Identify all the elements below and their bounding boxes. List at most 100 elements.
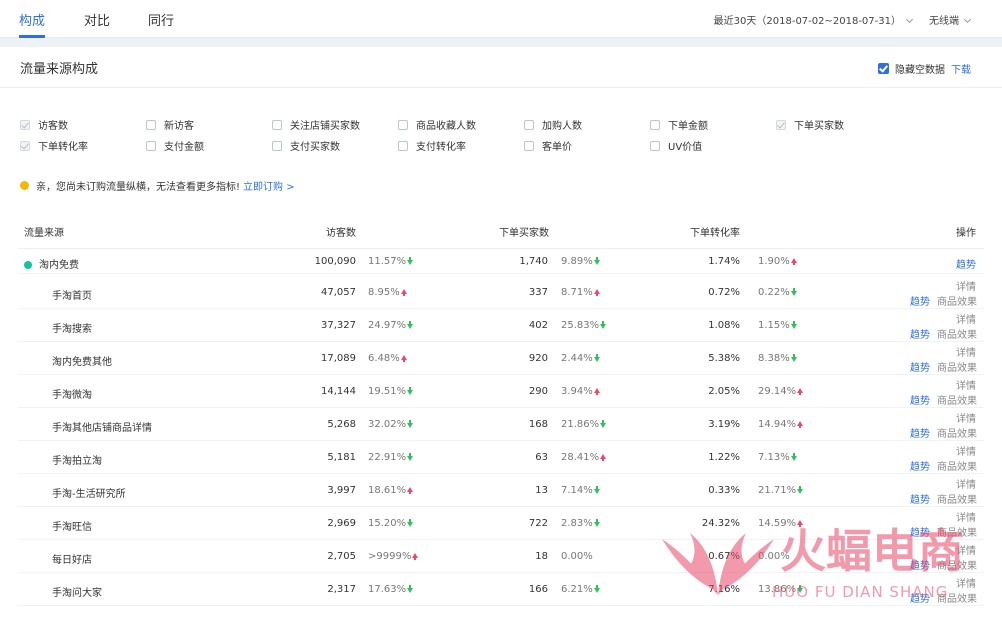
visitors-change-text: 15.20% bbox=[368, 518, 407, 529]
tab-composition[interactable]: 构成 bbox=[19, 10, 45, 29]
goods-effect-link[interactable]: 商品效果 bbox=[937, 359, 977, 374]
table-row: 手淘拍立淘 5,181 22.91% 63 28.41% 1.22% 7.13% 详情 趋势 商品… bbox=[18, 441, 984, 474]
metric-option[interactable]: 访客数 bbox=[20, 117, 68, 132]
arrow-up-icon bbox=[797, 520, 804, 527]
source-name-text: 手淘其他店铺商品详情 bbox=[52, 423, 152, 434]
trend-link[interactable]: 趋势 bbox=[910, 458, 930, 473]
visitors-value-text: 3,997 bbox=[327, 485, 356, 496]
metric-option[interactable]: 新访客 bbox=[146, 117, 194, 132]
metric-option[interactable]: 关注店铺买家数 bbox=[272, 117, 360, 132]
table-row: 手淘-生活研究所 3,997 18.61% 13 7.14% 0.33% 21.71% 详情趋… bbox=[18, 474, 984, 507]
visitors-change-text: 17.63% bbox=[368, 584, 407, 595]
subscribe-link[interactable]: 立即订购 > bbox=[243, 178, 295, 193]
detail-label[interactable]: 详情 bbox=[956, 542, 976, 557]
table-row: 手淘首页 47,057 8.95% 337 8.71% 0.72% 0.22% 详情 趋势 商品效… bbox=[18, 276, 984, 309]
col-visitors[interactable]: 访客数 bbox=[326, 224, 356, 239]
conversion-change: 14.94% bbox=[758, 419, 804, 430]
trend-link[interactable]: 趋势 bbox=[956, 256, 976, 271]
metric-label: 支付买家数 bbox=[290, 142, 340, 153]
detail-label[interactable]: 详情 bbox=[956, 278, 976, 293]
arrow-up-icon bbox=[412, 553, 419, 560]
goods-effect-link[interactable]: 商品效果 bbox=[937, 392, 977, 407]
source-dot-icon bbox=[24, 261, 32, 269]
buyers-value-text: 1,740 bbox=[519, 256, 548, 267]
metric-label: 商品收藏人数 bbox=[416, 121, 476, 132]
trend-link[interactable]: 趋势 bbox=[910, 425, 930, 440]
buyers-change-text: 21.86% bbox=[561, 419, 600, 430]
visitors-value-text: 5,268 bbox=[327, 419, 356, 430]
goods-effect-link[interactable]: 商品效果 bbox=[937, 491, 977, 506]
visitors-value-text: 5,181 bbox=[327, 452, 356, 463]
metric-option[interactable]: 支付金额 bbox=[146, 138, 204, 153]
metric-option[interactable]: 下单转化率 bbox=[20, 138, 88, 153]
source-name-text: 每日好店 bbox=[52, 555, 92, 566]
detail-label[interactable]: 详情 bbox=[956, 311, 976, 326]
detail-label[interactable]: 详情 bbox=[956, 575, 976, 590]
detail-label[interactable]: 详情 bbox=[956, 509, 976, 524]
detail-label[interactable]: 详情 bbox=[956, 410, 976, 425]
detail-label[interactable]: 详情 bbox=[956, 443, 976, 458]
metric-option[interactable]: 下单金额 bbox=[650, 117, 708, 132]
goods-effect-link[interactable]: 商品效果 bbox=[937, 590, 977, 605]
arrow-up-icon bbox=[593, 388, 600, 395]
goods-effect-link[interactable]: 商品效果 bbox=[937, 326, 977, 341]
conversion-value: 0.33% bbox=[660, 485, 740, 496]
metric-option[interactable]: 客单价 bbox=[524, 138, 572, 153]
download-link[interactable]: 下载 bbox=[951, 61, 971, 76]
metric-option[interactable]: 下单买家数 bbox=[776, 117, 844, 132]
metric-label: UV价值 bbox=[668, 142, 703, 153]
detail-label[interactable]: 详情 bbox=[956, 476, 976, 491]
tab-compare[interactable]: 对比 bbox=[84, 10, 110, 29]
trend-link[interactable]: 趋势 bbox=[910, 590, 930, 605]
source-name-text: 手淘微淘 bbox=[52, 390, 92, 401]
buyers-value: 722 bbox=[468, 518, 548, 529]
arrow-down-icon bbox=[407, 453, 414, 461]
trend-link[interactable]: 趋势 bbox=[910, 491, 930, 506]
checkbox-icon bbox=[272, 119, 282, 130]
trend-link[interactable]: 趋势 bbox=[910, 557, 930, 572]
device-selector[interactable]: 无线端 bbox=[929, 12, 972, 27]
metric-option[interactable]: UV价值 bbox=[650, 138, 702, 153]
goods-effect-link[interactable]: 商品效果 bbox=[937, 458, 977, 473]
metric-option[interactable]: 加购人数 bbox=[524, 117, 582, 132]
visitors-value: 2,969 bbox=[276, 518, 356, 529]
detail-label[interactable]: 详情 bbox=[956, 377, 976, 392]
tab-peers[interactable]: 同行 bbox=[148, 10, 174, 29]
goods-effect-link[interactable]: 商品效果 bbox=[937, 524, 977, 539]
goods-effect-link[interactable]: 商品效果 bbox=[937, 557, 977, 572]
arrow-up-icon bbox=[797, 388, 804, 395]
arrow-down-icon bbox=[593, 519, 600, 527]
source-name: 淘内免费其他 bbox=[52, 353, 112, 368]
buyers-change: 21.86% bbox=[561, 419, 607, 430]
visitors-change: 11.57% bbox=[368, 256, 414, 267]
visitors-change: 32.02% bbox=[368, 419, 414, 430]
trend-link[interactable]: 趋势 bbox=[910, 524, 930, 539]
trend-link[interactable]: 趋势 bbox=[910, 326, 930, 341]
goods-effect-link[interactable]: 商品效果 bbox=[937, 425, 977, 440]
buyers-value-text: 166 bbox=[528, 584, 548, 595]
conversion-value: 3.19% bbox=[660, 419, 740, 430]
detail-label[interactable]: 详情 bbox=[956, 344, 976, 359]
buyers-change-text: 28.41% bbox=[561, 452, 600, 463]
col-buyers[interactable]: 下单买家数 bbox=[499, 224, 549, 239]
date-range-selector[interactable]: 最近30天（2018-07-02~2018-07-31） bbox=[714, 12, 914, 27]
goods-effect-link[interactable]: 商品效果 bbox=[937, 293, 977, 308]
metric-option[interactable]: 支付转化率 bbox=[398, 138, 466, 153]
visitors-value-text: 47,057 bbox=[321, 287, 356, 298]
col-conversion[interactable]: 下单转化率 bbox=[690, 224, 740, 239]
table-row: 手淘搜索 37,327 24.97% 402 25.83% 1.08% 1.15% 详情 趋势商… bbox=[18, 309, 984, 342]
metric-option[interactable]: 商品收藏人数 bbox=[398, 117, 476, 132]
buyers-change-text: 7.14% bbox=[561, 485, 593, 496]
visitors-value-text: 2,705 bbox=[327, 551, 356, 562]
visitors-value: 5,181 bbox=[276, 452, 356, 463]
metric-option[interactable]: 支付买家数 bbox=[272, 138, 340, 153]
trend-link[interactable]: 趋势 bbox=[910, 293, 930, 308]
hide-empty-checkbox[interactable]: 隐藏空数据 bbox=[878, 61, 945, 76]
chevron-down-icon bbox=[905, 15, 914, 24]
visitors-value: 2,317 bbox=[276, 584, 356, 595]
buyers-value: 13 bbox=[468, 485, 548, 496]
arrow-down-icon bbox=[407, 519, 414, 527]
trend-link[interactable]: 趋势 bbox=[910, 392, 930, 407]
metric-label: 客单价 bbox=[542, 142, 572, 153]
trend-link[interactable]: 趋势 bbox=[910, 359, 930, 374]
